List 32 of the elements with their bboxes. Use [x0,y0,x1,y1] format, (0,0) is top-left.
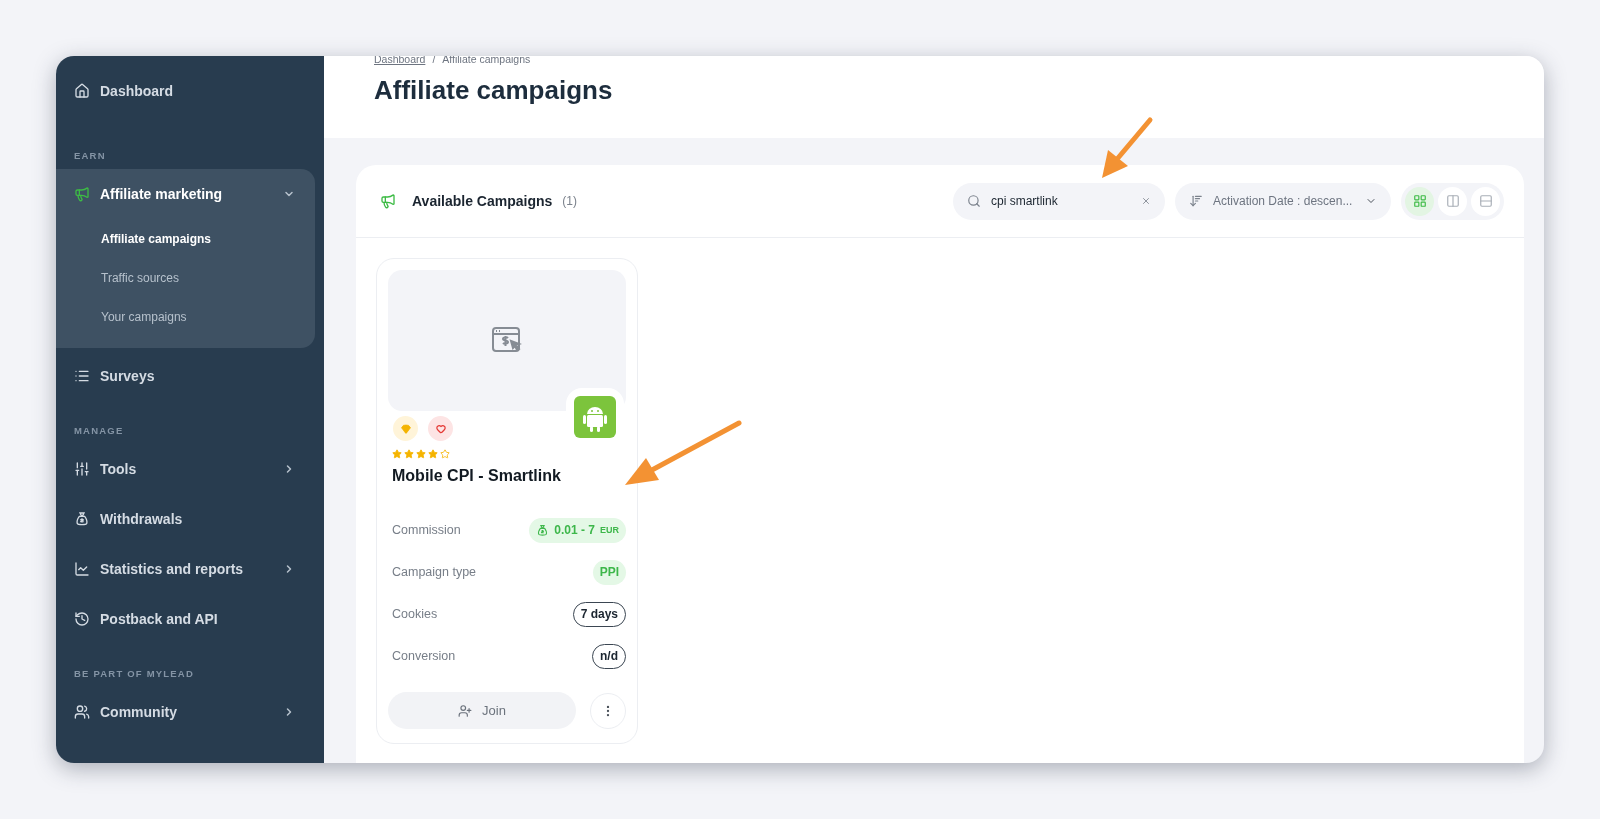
sidebar-item[interactable]: Postback and API [56,594,315,644]
value-badge: 7 days [572,601,626,627]
sidebar-item[interactable]: Tools [56,444,315,494]
sidebar-item[interactable]: Affiliate marketing [56,169,315,219]
sidebar-item[interactable]: Dashboard [56,56,315,126]
sidebar-item[interactable]: Community [56,687,315,737]
submenu-item[interactable]: Affiliate campaigns [56,219,315,258]
sort-dropdown[interactable]: Activation Date : descen... [1175,182,1391,220]
type-badge: PPI [592,559,626,585]
result-count: (1) [562,194,577,208]
campaign-title: Mobile CPI - Smartlink [392,467,562,485]
section-label: BE PART OF MYLEAD [73,667,195,681]
sidebar-item[interactable]: Withdrawals [56,494,315,544]
field-label: Cookies [392,607,438,621]
page-title: Affiliate campaigns [374,75,614,106]
breadcrumb-separator: / [432,56,436,65]
sidebar-item[interactable]: Surveys [56,351,315,401]
breadcrumb-current: Affiliate campaigns [442,56,531,65]
sidebar-item[interactable]: Statistics and reports [56,544,315,594]
section-label: EARN [73,149,107,163]
value-badge: n/d [592,643,626,669]
commission-badge: 0.01 - 7 EUR [529,517,626,543]
field-label: Commission [392,523,461,537]
panel-title: Available Campaigns [412,193,553,209]
submenu-item[interactable]: Your campaigns [56,297,315,336]
search-field[interactable]: cpi smartlink [953,182,1165,220]
submenu-item[interactable]: Traffic sources [56,258,315,297]
join-button[interactable]: Join [388,692,576,729]
breadcrumb-link[interactable]: Dashboard [374,56,426,65]
field-label: Campaign type [392,565,477,579]
section-label: MANAGE [73,424,125,438]
field-label: Conversion [392,649,456,663]
